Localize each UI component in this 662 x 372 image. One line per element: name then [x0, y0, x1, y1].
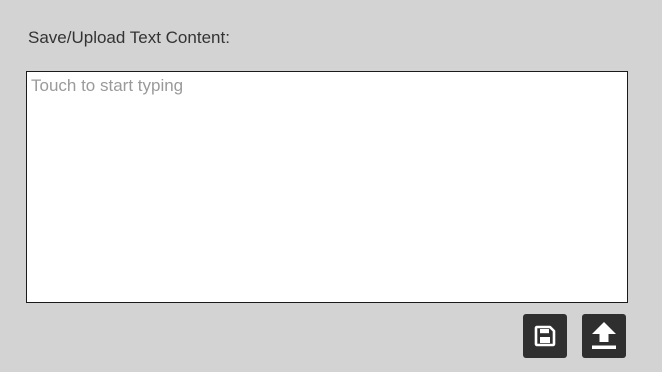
floppy-disk-icon — [533, 324, 557, 348]
upload-arrow-icon — [591, 321, 617, 351]
upload-button[interactable] — [582, 314, 626, 358]
panel-title: Save/Upload Text Content: — [28, 28, 230, 47]
save-button[interactable] — [523, 314, 567, 358]
text-content-input[interactable] — [26, 71, 628, 303]
